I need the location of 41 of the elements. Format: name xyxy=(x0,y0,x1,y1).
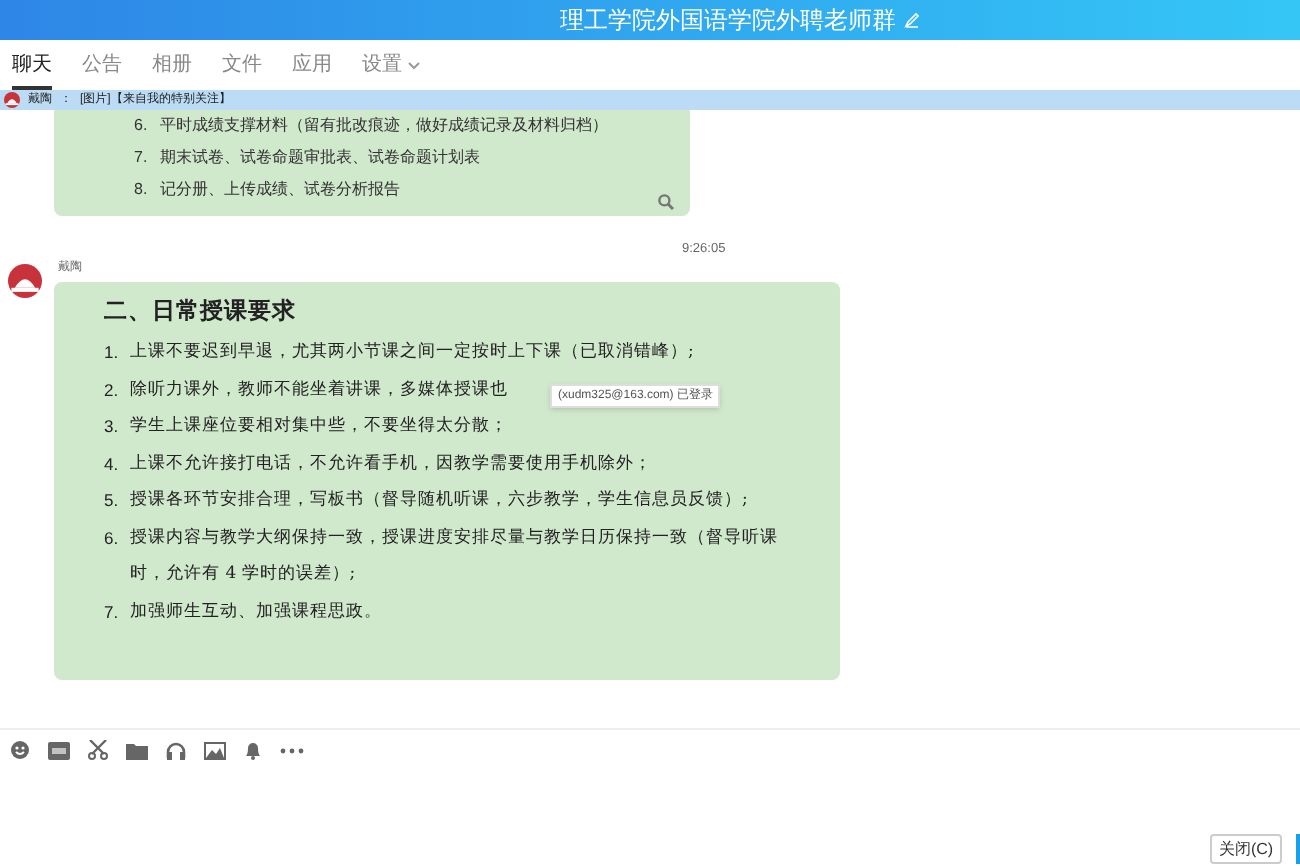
tab[interactable]: 设置 xyxy=(362,50,420,90)
more-icon[interactable] xyxy=(280,747,304,753)
tab[interactable]: 公告 xyxy=(82,50,122,90)
list-text: 记分册、上传成绩、试卷分析报告 xyxy=(160,178,400,202)
window-title: 理工学院外国语学院外聘老师群 xyxy=(560,4,896,38)
list-text: 除听力课外，教师不能坐着讲课，多媒体授课也 xyxy=(130,377,508,403)
list-text: 授课各环节安排合理，写板书（督导随机听课，六步教学，学生信息员反馈）; xyxy=(130,487,748,514)
list-number: 6. xyxy=(104,525,121,551)
avatar[interactable] xyxy=(4,92,20,108)
close-button[interactable]: 关闭(C) xyxy=(1210,834,1282,864)
list-text: 平时成绩支撑材料（留有批改痕迹，做好成绩记录及材料归档） xyxy=(160,114,608,138)
bell-icon[interactable] xyxy=(244,740,262,760)
emoji-icon[interactable] xyxy=(10,740,30,760)
list-number: 8. xyxy=(134,178,150,202)
tab[interactable]: 应用 xyxy=(292,50,332,90)
list-number: 5. xyxy=(104,488,121,514)
list-text: 上课不允许接打电话，不允许看手机，因教学需要使用手机除外； xyxy=(130,451,652,477)
folder-icon[interactable] xyxy=(126,741,148,759)
list-number: 6. xyxy=(134,114,150,138)
list-number: 7. xyxy=(134,146,150,170)
avatar[interactable] xyxy=(8,264,42,298)
list-text: 上课不要迟到早退，尤其两小节课之间一定按时上下课（已取消错峰）; xyxy=(130,339,694,366)
list-text: 授课内容与教学大纲保持一致，授课进度安排尽量与教学日历保持一致（督导听课时，允许有 4 学时的误差）; xyxy=(130,525,780,588)
scissors-icon[interactable] xyxy=(88,740,108,760)
tab[interactable]: 文件 xyxy=(222,50,262,90)
tab[interactable]: 相册 xyxy=(152,50,192,90)
chevron-icon xyxy=(408,61,420,69)
list-number: 2. xyxy=(104,377,121,403)
image-message[interactable] xyxy=(54,282,840,680)
image-icon[interactable] xyxy=(204,741,226,759)
list-text: 学生上课座位要相对集中些，不要坐得太分散； xyxy=(130,413,508,440)
list-number: 4. xyxy=(104,451,121,477)
zoom-icon[interactable] xyxy=(658,194,674,210)
list-number: 7. xyxy=(104,599,121,625)
image-message[interactable]: 6. 平时成绩支撑材料（留有批改痕迹，做好成绩记录及材料归档） 7. 期末试卷、试卷命题审批表、试卷命题计划表 8. 记分册、上传成绩、试卷分析报告 xyxy=(54,110,690,216)
list-number: 1. xyxy=(104,340,121,366)
list-text: 加强师生互动、加强课程思政。 xyxy=(130,599,382,625)
list-number: 3. xyxy=(104,414,121,440)
headphones-icon[interactable] xyxy=(166,741,186,759)
list-text: 期末试卷、试卷命题审批表、试卷命题计划表 xyxy=(160,146,480,170)
message-heading: 二、日常授课要求 xyxy=(104,296,298,324)
